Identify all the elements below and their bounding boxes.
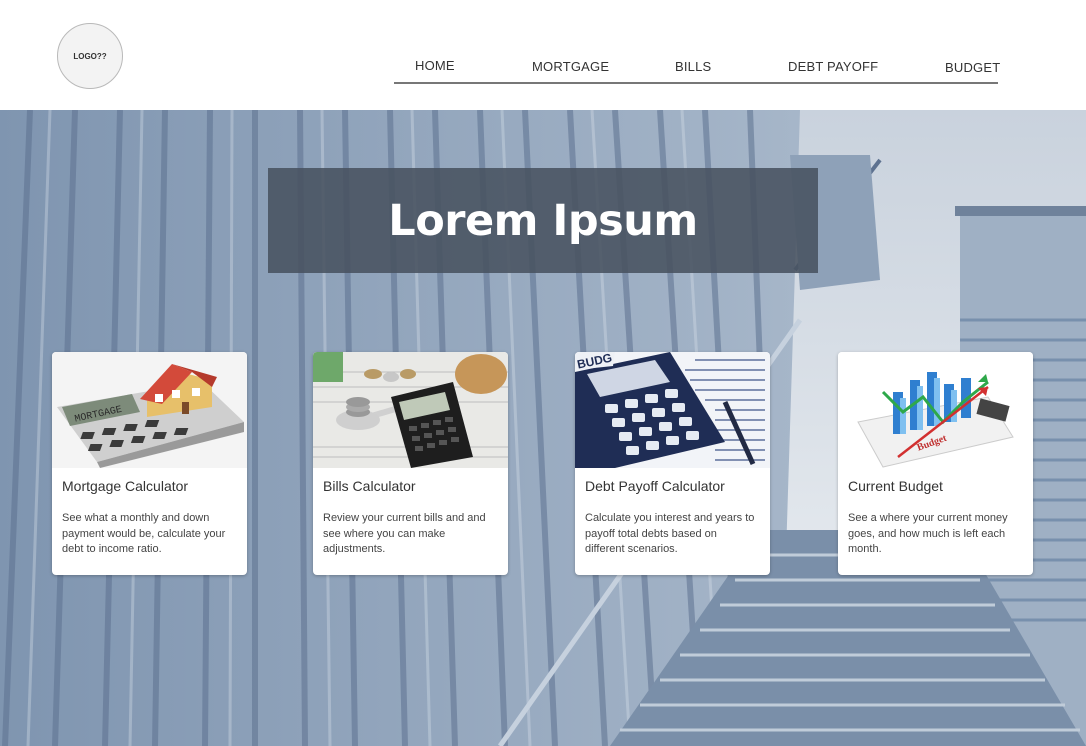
- current-budget-image: Budget: [838, 352, 1033, 468]
- card-description: Review your current bills and and see wh…: [323, 512, 486, 555]
- card-title: Bills Calculator: [323, 478, 416, 494]
- card-mortgage-calculator[interactable]: MORTGAGE Mortgage Calculator See what a …: [52, 352, 247, 575]
- logo[interactable]: LOGO??: [57, 23, 123, 89]
- nav-item-bills[interactable]: BILLS: [675, 59, 711, 74]
- card-description: Calculate you interest and years to payo…: [585, 512, 755, 555]
- hero-title: Lorem Ipsum: [388, 195, 698, 246]
- logo-text: LOGO??: [73, 51, 107, 61]
- debt-payoff-calculator-image: BUDG: [575, 352, 770, 468]
- hero-section: Lorem Ipsum MORTGAGE Mortgage Calculator…: [0, 110, 1086, 746]
- nav-item-mortgage[interactable]: MORTGAGE: [532, 59, 609, 74]
- card-title: Current Budget: [848, 478, 943, 494]
- nav-item-home[interactable]: HOME: [415, 58, 455, 73]
- card-title: Debt Payoff Calculator: [585, 478, 725, 494]
- card-current-budget[interactable]: Budget Current Budget See a where your c…: [838, 352, 1033, 575]
- bills-calculator-image: [313, 352, 508, 468]
- card-debt-payoff-calculator[interactable]: BUDG Debt Payoff Calculator Calculate yo…: [575, 352, 770, 575]
- card-description: See a where your current money goes, and…: [848, 512, 1008, 555]
- site-header: LOGO?? HOME MORTGAGE BILLS DEBT PAYOFF B…: [0, 0, 1086, 110]
- nav-item-debt-payoff[interactable]: DEBT PAYOFF: [788, 59, 878, 74]
- nav-item-budget[interactable]: BUDGET: [945, 60, 1000, 75]
- card-bills-calculator[interactable]: Bills Calculator Review your current bil…: [313, 352, 508, 575]
- card-title: Mortgage Calculator: [62, 478, 189, 494]
- hero-title-banner: Lorem Ipsum: [268, 168, 818, 273]
- card-description: See what a monthly and down payment woul…: [62, 512, 226, 555]
- mortgage-calculator-image: MORTGAGE: [52, 352, 247, 468]
- main-nav: HOME MORTGAGE BILLS DEBT PAYOFF BUDGET: [394, 52, 1000, 84]
